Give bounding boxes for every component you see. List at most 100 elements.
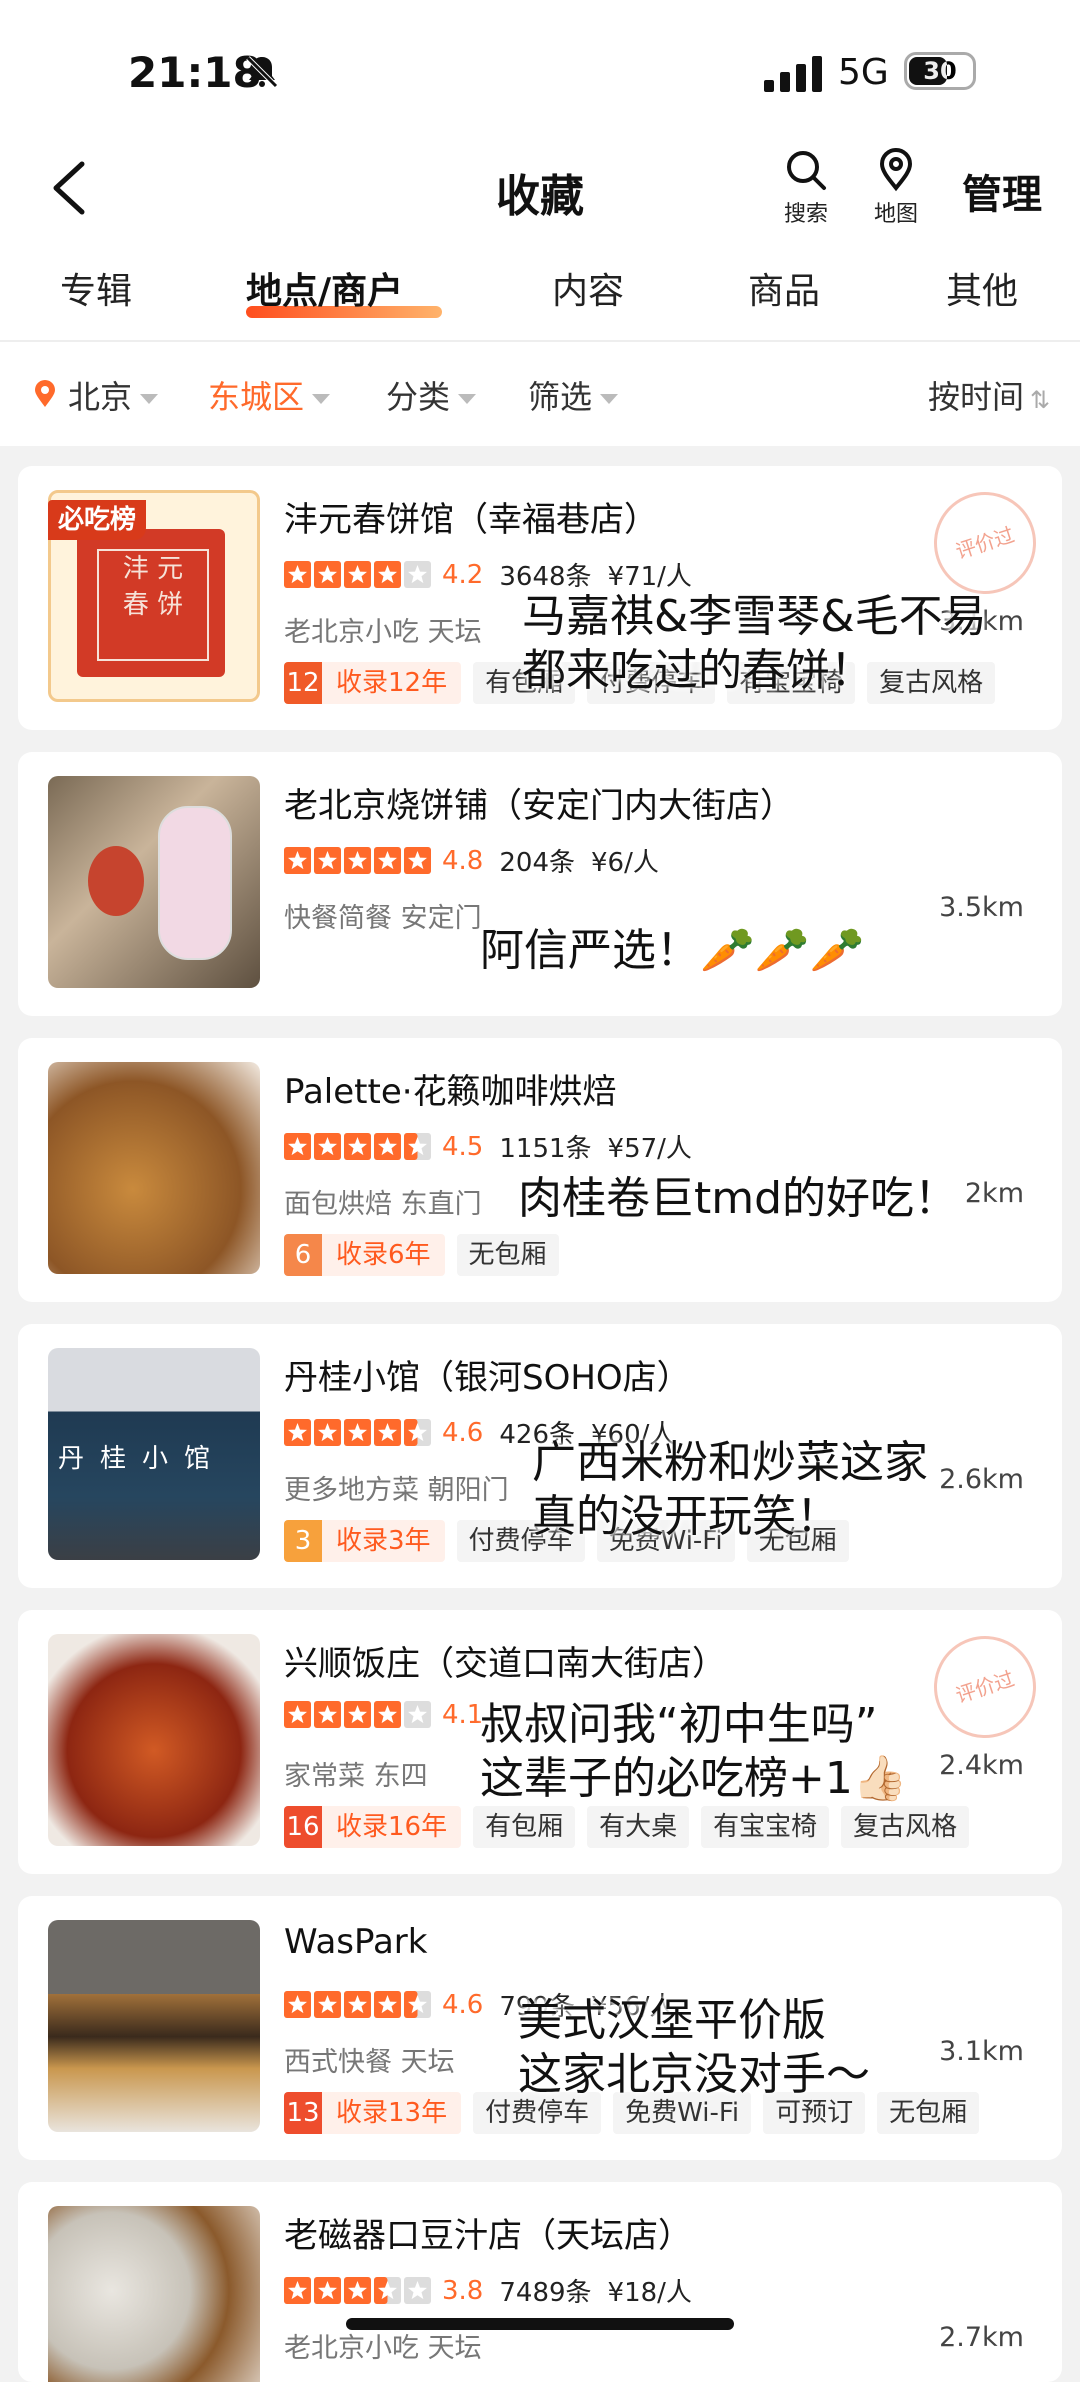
shop-name: 沣元春饼馆（幸福巷店）	[284, 500, 658, 540]
back-arrow-icon[interactable]	[44, 158, 94, 218]
city-filter[interactable]: 北京	[68, 372, 159, 418]
shop-category: 老北京小吃 天坛	[284, 617, 482, 648]
caption-line: 这辈子的必吃榜+1👍🏻	[480, 1753, 908, 1804]
shop-tag: 无包厢	[456, 1234, 559, 1276]
tab-goods[interactable]: 商品	[748, 262, 820, 314]
district-filter[interactable]: 东城区	[208, 372, 331, 418]
shop-category: 更多地方菜 朝阳门	[284, 1475, 509, 1506]
years-badge: 6 收录6年	[284, 1234, 445, 1276]
years-label: 收录13年	[322, 2092, 462, 2134]
shop-card[interactable]: Palette·花籁咖啡烘焙 4.5 1151条 ¥57/人 面包烘焙 东直门 2k…	[18, 1038, 1062, 1302]
tag-row: 6 收录6年 无包厢	[284, 1234, 559, 1278]
years-number: 6	[284, 1234, 322, 1276]
more-filter-label: 筛选	[528, 378, 593, 416]
rating-score: 4.5	[442, 1131, 484, 1162]
caption-line: 美式汉堡平价版	[518, 1995, 826, 2046]
search-label: 搜索	[783, 202, 828, 227]
shop-card[interactable]: WasPark 4.6 799条 ¥56/人 西式快餐 天坛 3.1km 13 收录1…	[18, 1896, 1062, 2160]
caption-line: 肉桂卷巨tmd的好吃！	[518, 1173, 959, 1224]
caption-overlay: 广西米粉和炒菜这家 真的没开玩笑！	[532, 1436, 928, 1544]
caption-line: 广西米粉和炒菜这家	[532, 1437, 928, 1488]
price-per-person: ¥18/人	[607, 2278, 692, 2308]
rating-stars	[284, 560, 431, 588]
search-button[interactable]: 搜索	[776, 148, 836, 228]
tab-places[interactable]: 地点/商户	[246, 262, 403, 314]
shop-distance: 2.7km	[939, 2322, 1024, 2353]
price-per-person: ¥6/人	[591, 848, 659, 878]
shop-distance: 3.1km	[939, 2036, 1024, 2067]
must-eat-badge: 必吃榜	[48, 500, 147, 540]
shop-category: 老北京小吃 天坛	[284, 2333, 482, 2364]
years-badge: 12 收录12年	[284, 662, 462, 704]
caption-line: 阿信严选！🥕🥕🥕	[480, 925, 865, 976]
more-filter[interactable]: 筛选	[528, 372, 619, 418]
caption-line: 马嘉祺&李雪琴&毛不易	[522, 591, 987, 642]
tab-content[interactable]: 内容	[552, 262, 624, 314]
storefront-sign: 丹桂小馆	[58, 1444, 227, 1474]
shop-card[interactable]: 老北京烧饼铺（安定门内大街店） 4.8 204条 ¥6/人 快餐简餐 安定门 3.5…	[18, 752, 1062, 1016]
shop-card[interactable]: 沣 元春 饼 必吃榜 沣元春饼馆（幸福巷店） 4.2 3648条 ¥71/人 老北京…	[18, 466, 1062, 730]
rating-row: 3.8 7489条 ¥18/人	[284, 2272, 692, 2308]
rating-score: 4.6	[442, 1417, 484, 1448]
caret-down-icon	[312, 394, 331, 404]
caption-overlay: 马嘉祺&李雪琴&毛不易 都来吃过的春饼！	[522, 590, 987, 698]
shop-tag: 无包厢	[877, 2092, 980, 2134]
shop-name: 老北京烧饼铺（安定门内大街店）	[284, 786, 794, 826]
years-number: 3	[284, 1520, 322, 1562]
shop-card[interactable]: 兴顺饭庄（交道口南大街店） 4.1 家常菜 东四 2.4km 16 收录16年 有包…	[18, 1610, 1062, 1874]
caption-overlay: 阿信严选！🥕🥕🥕	[480, 924, 864, 978]
manage-button[interactable]: 管理	[962, 162, 1042, 220]
tab-albums[interactable]: 专辑	[60, 262, 132, 314]
shop-thumbnail	[48, 1920, 260, 2132]
tab-other[interactable]: 其他	[946, 262, 1018, 314]
rating-stars	[284, 2276, 431, 2304]
caption-line: 真的没开玩笑！	[532, 1491, 840, 1542]
reviewed-stamp: 评价过	[920, 1622, 1050, 1752]
home-indicator[interactable]	[346, 2318, 734, 2330]
review-count: 3648条	[499, 562, 592, 592]
shop-distance: 2.6km	[939, 1464, 1024, 1495]
bell-muted-icon	[246, 56, 278, 88]
years-number: 12	[284, 662, 322, 704]
price-per-person: ¥57/人	[607, 1134, 692, 1164]
shop-name: 丹桂小馆（银河SOHO店）	[284, 1358, 691, 1398]
shop-thumbnail	[48, 776, 260, 988]
map-button[interactable]: 地图	[866, 148, 926, 228]
caret-down-icon	[600, 394, 619, 404]
category-filter[interactable]: 分类	[386, 372, 477, 418]
years-badge: 13 收录13年	[284, 2092, 462, 2134]
shop-thumbnail	[48, 1062, 260, 1274]
years-number: 16	[284, 1806, 322, 1848]
shop-category: 家常菜 东四	[284, 1761, 428, 1792]
page-title: 收藏	[496, 171, 584, 222]
rating-row: 4.5 1151条 ¥57/人	[284, 1128, 692, 1164]
shop-thumbnail	[48, 2206, 260, 2382]
caption-line: 叔叔问我“初中生吗”	[480, 1699, 878, 1750]
years-number: 13	[284, 2092, 322, 2134]
city-filter-label: 北京	[68, 378, 133, 416]
tag-row: 16 收录16年 有包厢 有大桌 有宝宝椅 复古风格	[284, 1806, 970, 1850]
shop-thumbnail: 丹桂小馆	[48, 1348, 260, 1560]
shop-card[interactable]: 老磁器口豆汁店（天坛店） 3.8 7489条 ¥18/人 老北京小吃 天坛 2.7k…	[18, 2182, 1062, 2382]
map-pin-icon	[879, 148, 913, 192]
rating-stars	[284, 1132, 431, 1160]
category-filter-label: 分类	[386, 378, 451, 416]
caption-overlay: 叔叔问我“初中生吗” 这辈子的必吃榜+1👍🏻	[480, 1698, 908, 1806]
shop-name: WasPark	[284, 1922, 428, 1962]
caret-down-icon	[458, 394, 477, 404]
years-label: 收录6年	[322, 1234, 445, 1276]
shop-category: 西式快餐 天坛	[284, 2047, 455, 2078]
map-label: 地图	[873, 202, 918, 227]
caret-down-icon	[140, 394, 159, 404]
review-count: 7489条	[499, 2278, 592, 2308]
shop-tag: 复古风格	[841, 1806, 970, 1848]
tab-bar	[0, 260, 1080, 340]
shop-name: 兴顺饭庄（交道口南大街店）	[284, 1644, 726, 1684]
rating-stars	[284, 1990, 431, 2018]
shop-category: 面包烘焙 东直门	[284, 1189, 482, 1220]
sort-button[interactable]: 按时间 ⇅	[928, 372, 1050, 418]
search-icon	[787, 151, 826, 190]
shop-card[interactable]: 丹桂小馆 丹桂小馆（银河SOHO店） 4.6 426条 ¥60/人 更多地方菜 朝阳…	[18, 1324, 1062, 1588]
caption-line: 都来吃过的春饼！	[522, 645, 874, 696]
years-label: 收录16年	[322, 1806, 462, 1848]
